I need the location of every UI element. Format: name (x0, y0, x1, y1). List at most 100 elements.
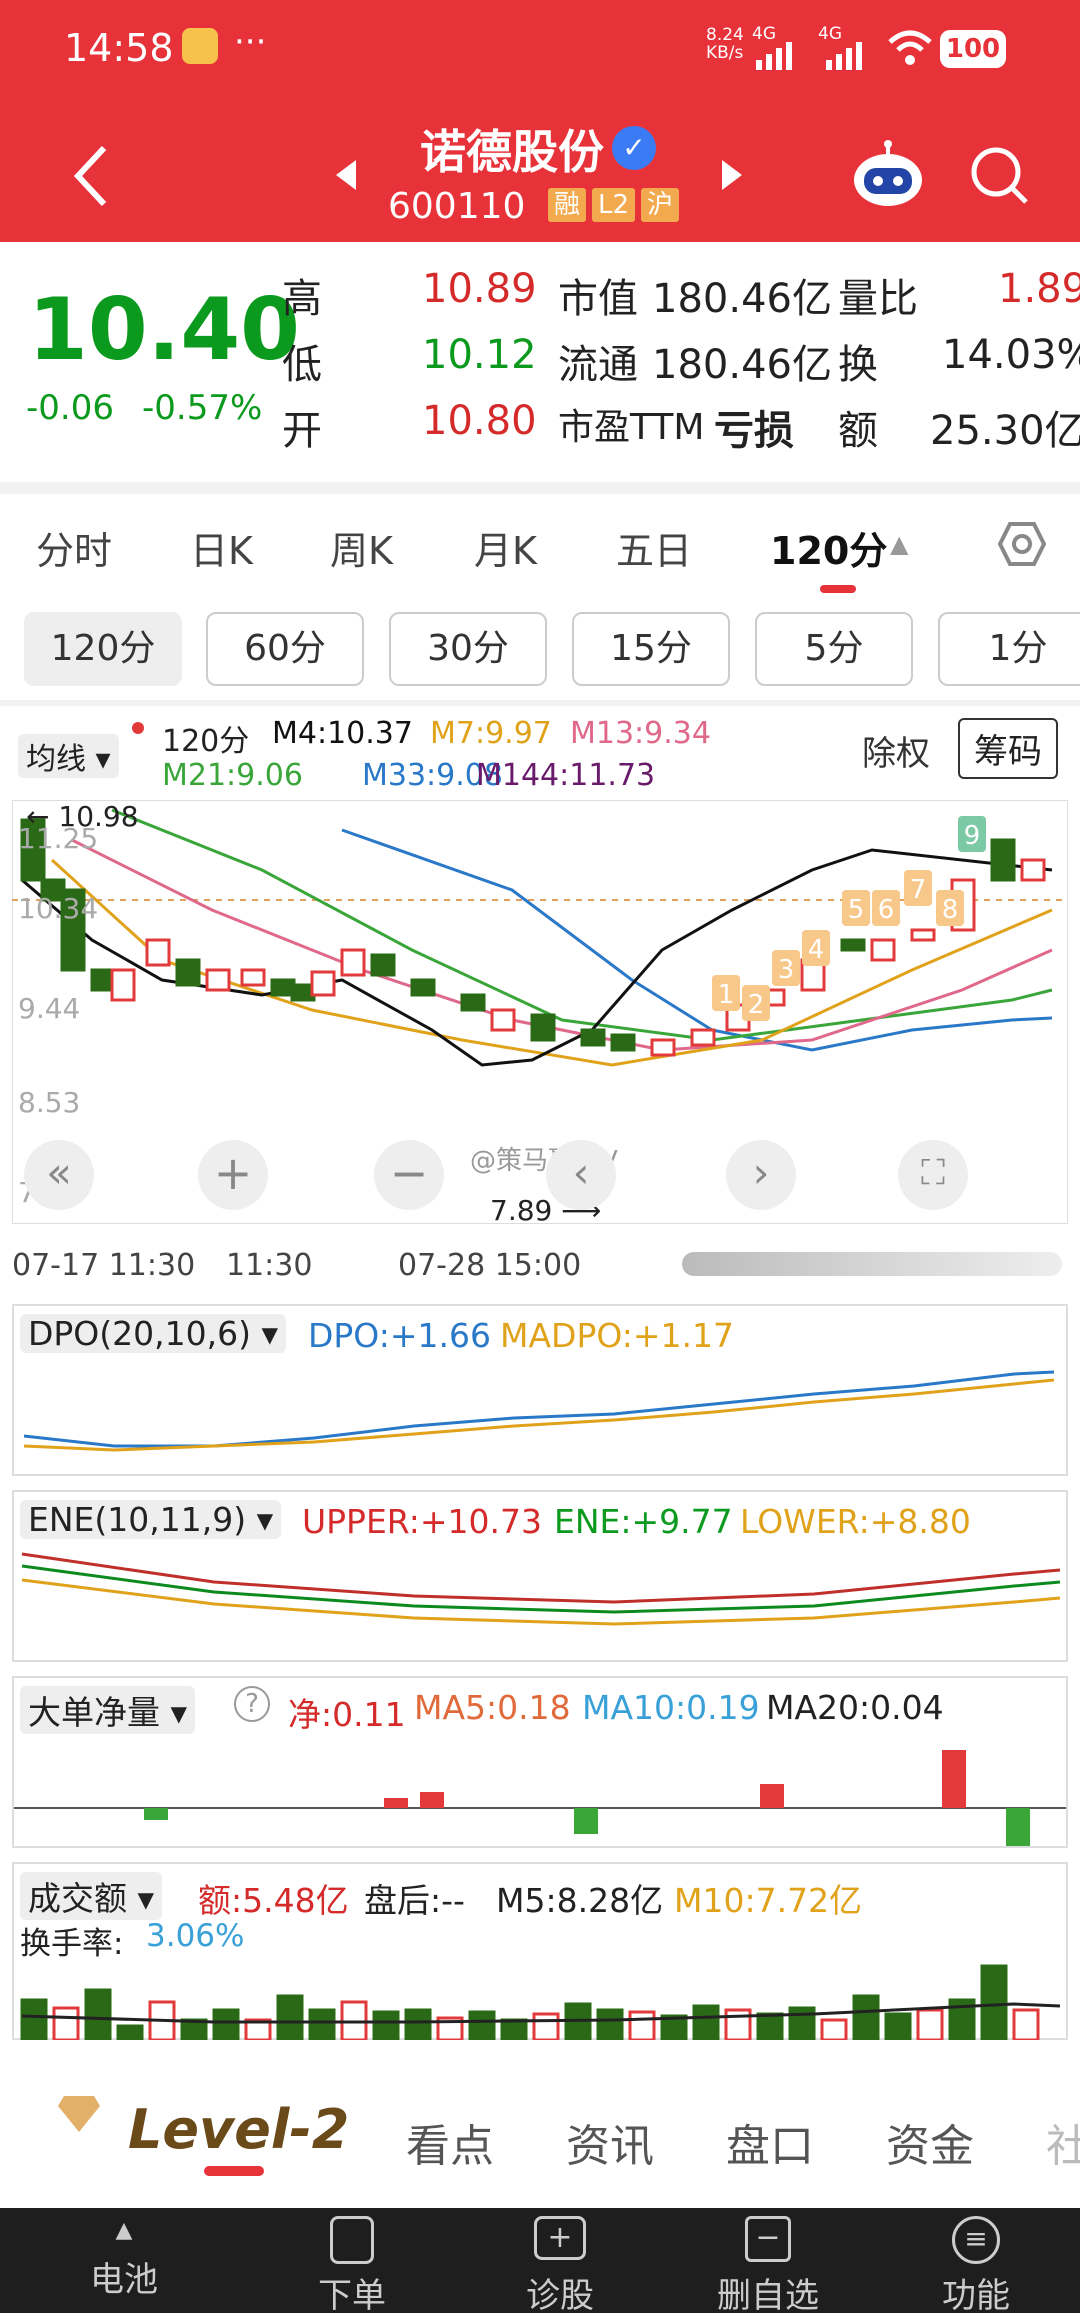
chip-1min[interactable]: 1分 (938, 612, 1080, 686)
nav-order[interactable]: 下单 (282, 2208, 422, 2317)
stock-code: 600110 (388, 186, 526, 227)
rewind-icon[interactable]: « (24, 1140, 94, 1210)
time-scroller[interactable] (682, 1252, 1062, 1276)
chip-30min[interactable]: 30分 (389, 612, 547, 686)
big-order-bars (14, 1750, 1066, 1846)
live-dot (132, 722, 144, 734)
prev-stock-icon[interactable] (334, 158, 358, 192)
caret-up-icon: ▲ (890, 530, 909, 558)
tab-news[interactable]: 资讯 (566, 2110, 654, 2174)
tab-order-book[interactable]: 盘口 (726, 2110, 814, 2174)
app-notification-icon (182, 28, 218, 64)
nav-remove-label: 删自选 (717, 2276, 819, 2316)
nav-diagnose[interactable]: + 诊股 (490, 2208, 630, 2317)
scroll-right-icon[interactable]: › (726, 1140, 796, 1210)
turnover-label: 换 (838, 342, 878, 388)
mktcap-label: 市值 (558, 276, 638, 322)
y-tick-3: 9.44 (18, 992, 81, 1025)
help-icon[interactable]: ? (234, 1686, 270, 1722)
ene-upper: UPPER:+10.73 (302, 1502, 542, 1541)
dpo-select[interactable]: DPO(20,10,6) ▾ (20, 1314, 287, 1353)
robot-assistant-icon[interactable] (850, 140, 926, 210)
ene-select[interactable]: ENE(10,11,9) ▾ (20, 1500, 282, 1539)
order-icon (282, 2208, 422, 2268)
ma-select[interactable]: 均线 ▾ (18, 734, 119, 778)
network-type-1: 4G (752, 24, 776, 44)
x-tick-2: 11:30 (226, 1248, 313, 1283)
zoom-out-icon[interactable]: − (374, 1140, 444, 1210)
open-value: 10.80 (422, 398, 537, 444)
signal-badge: 2 (748, 990, 765, 1020)
price-change: -0.06 (26, 388, 114, 428)
zoom-in-icon[interactable]: + (198, 1140, 268, 1210)
turnover-value: 14.03% (942, 332, 1080, 378)
amount-value: 25.30亿 (930, 408, 1080, 454)
tab-daily[interactable]: 日K (190, 520, 253, 575)
nav-functions[interactable]: ≡ 功能 (906, 2208, 1046, 2317)
dpo-lines (23, 1370, 1055, 1452)
tag-margin: 融 (548, 188, 587, 222)
chip-120min[interactable]: 120分 (24, 612, 182, 686)
stock-tags: 融 L2 沪 (548, 188, 685, 222)
tab-monthly[interactable]: 月K (474, 520, 537, 575)
signal-badge: 9 (964, 821, 981, 851)
back-icon[interactable] (70, 144, 110, 208)
float-value: 180.46亿 (652, 342, 832, 388)
x-tick-3: 07-28 15:00 (398, 1248, 582, 1283)
chip-5min[interactable]: 5分 (755, 612, 913, 686)
signal-icon (756, 42, 792, 70)
high-arrow-label: ← 10.98 (26, 800, 139, 833)
tab-overflow[interactable]: 社 (1046, 2110, 1080, 2174)
ma-m7: M7:9.97 (430, 716, 552, 751)
nav-battery[interactable]: ▲ 电池 (54, 2208, 194, 2301)
vol-ratio-value: 1.89 (998, 266, 1080, 312)
float-label: 流通 (558, 342, 638, 388)
diamond-icon (58, 2096, 100, 2132)
tab-level2[interactable]: Level-2 (128, 2098, 349, 2161)
chip-15min[interactable]: 15分 (572, 612, 730, 686)
next-stock-icon[interactable] (720, 158, 744, 192)
amount-value-label: 额:5.48亿 (198, 1881, 349, 1920)
price-change-pct: -0.57% (142, 388, 263, 428)
action-bar: ▲ 电池 下单 + 诊股 − 删自选 ≡ 功能 (0, 2208, 1080, 2316)
dpo-panel: DPO(20,10,6) ▾ DPO:+1.66 MADPO:+1.17 (12, 1304, 1068, 1476)
signal-badge: 1 (718, 980, 735, 1010)
ex-right-button[interactable]: 除权 (862, 726, 930, 775)
amount-bars (20, 1964, 1061, 2040)
signal-badge: 7 (910, 875, 927, 905)
bottom-active-indicator (204, 2166, 264, 2176)
tab-weekly[interactable]: 周K (330, 520, 393, 575)
amount-label: 额 (838, 408, 878, 454)
amount-select[interactable]: 成交额 ▾ (20, 1872, 163, 1920)
nav-order-label: 下单 (318, 2276, 386, 2316)
high-value: 10.89 (422, 266, 537, 312)
stock-header: 诺德股份 ✓ 600110 融 L2 沪 (0, 100, 1080, 242)
pe-label: 市盈TTM (558, 407, 705, 448)
scroll-left-icon[interactable]: ‹ (546, 1140, 616, 1210)
x-tick-1: 07-17 11:30 (12, 1248, 196, 1283)
tab-highlights[interactable]: 看点 (406, 2110, 494, 2174)
tab-intraday[interactable]: 分时 (36, 520, 112, 575)
nav-remove-watch[interactable]: − 删自选 (698, 2208, 838, 2317)
wifi-icon (888, 30, 932, 65)
fullscreen-icon[interactable]: ⛶ (898, 1140, 968, 1210)
chips-button[interactable]: 筹码 (958, 718, 1058, 779)
tab-120min[interactable]: 120分 (770, 520, 887, 575)
low-label: 低 (282, 342, 322, 388)
remove-icon: − (698, 2208, 838, 2268)
settings-hex-icon[interactable] (998, 520, 1046, 568)
chip-60min[interactable]: 60分 (206, 612, 364, 686)
big-order-panel: 大单净量 ▾ ? 净:0.11 MA5:0.18 MA10:0.19 MA20:… (12, 1676, 1068, 1848)
ene-lower: LOWER:+8.80 (740, 1502, 971, 1541)
high-label: 高 (282, 276, 322, 322)
signal-icon-2 (826, 42, 862, 70)
tab-five-day[interactable]: 五日 (616, 520, 692, 575)
tab-fund-flow[interactable]: 资金 (886, 2110, 974, 2174)
separator (0, 482, 1080, 494)
verified-icon: ✓ (612, 126, 656, 170)
search-icon[interactable] (970, 146, 1030, 206)
ma-m21: M21:9.06 (162, 758, 303, 793)
network-type-2: 4G (818, 24, 842, 44)
nav-functions-label: 功能 (942, 2276, 1010, 2316)
big-order-select[interactable]: 大单净量 ▾ (20, 1686, 196, 1734)
